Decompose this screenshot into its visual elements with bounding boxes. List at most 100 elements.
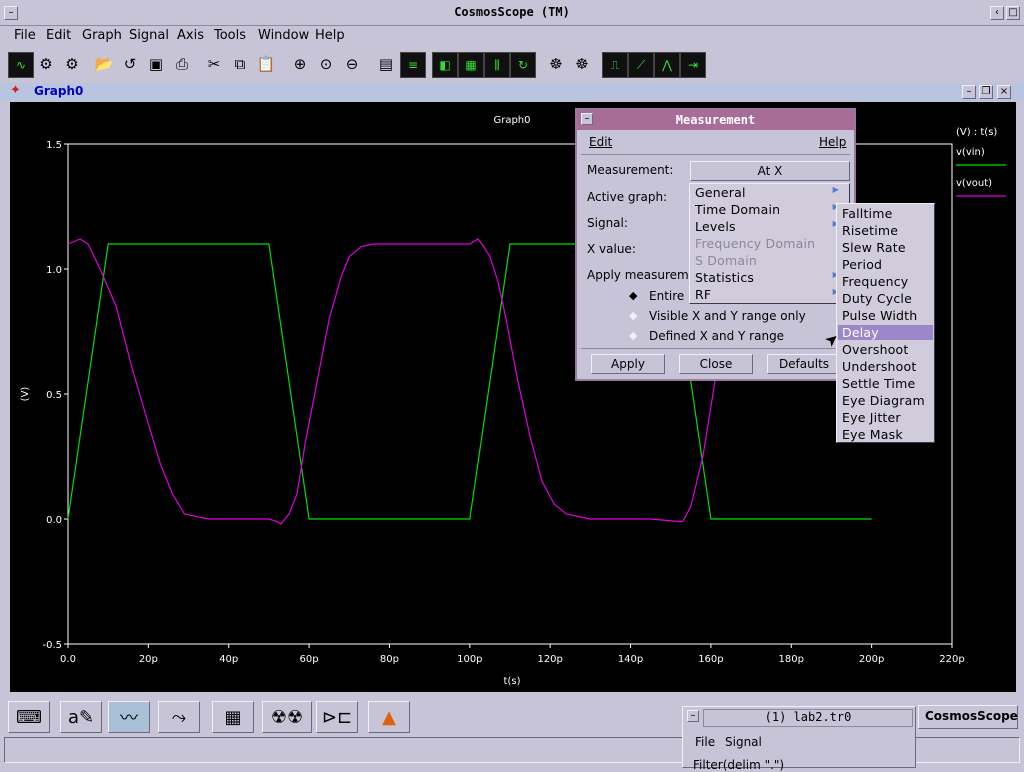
bug-icon[interactable]: ☸ [544, 52, 568, 76]
radio-entire-selected[interactable]: ◆ [629, 289, 637, 302]
radio-entire-label[interactable]: Entire [649, 289, 684, 303]
pen-icon[interactable]: a✎ [60, 701, 102, 733]
menu-axis[interactable]: Axis [177, 28, 204, 43]
x-tick-label: 160p [698, 654, 723, 665]
menu-category-time-domain[interactable]: Time Domain▶ [695, 202, 845, 217]
menu-signal[interactable]: Signal [129, 28, 169, 43]
menu-file[interactable]: File [14, 28, 36, 43]
reload-icon[interactable]: ↺ [118, 52, 142, 76]
measurement-type-select[interactable]: At X [690, 161, 850, 181]
measure-peak-icon[interactable]: ⋀ [654, 52, 680, 78]
signal-menu-signal[interactable]: Signal [725, 735, 762, 749]
menu-category-frequency-domain: Frequency Domain [695, 236, 816, 251]
window-minimize-button[interactable]: ‹ [990, 6, 1004, 20]
grid-icon[interactable]: ▦ [458, 52, 484, 78]
waveform-viewer-icon[interactable]: 〰 [108, 701, 150, 733]
radio-defined-label[interactable]: Defined X and Y range [649, 329, 784, 343]
keyboard-icon[interactable]: ⌨ [8, 701, 50, 733]
menu-item-duty-cycle[interactable]: Duty Cycle [842, 291, 912, 306]
legend-label[interactable]: v(vout) [956, 178, 992, 189]
y-axis-label: (V) [20, 387, 31, 402]
menu-graph[interactable]: Graph [82, 28, 122, 43]
stack-icon[interactable]: ▤ [374, 52, 398, 76]
x-tick-label: 40p [219, 654, 238, 665]
radio-visible[interactable]: ◆ [629, 309, 637, 322]
menubar: File Edit Graph Signal Axis Tools Window… [0, 26, 1024, 48]
x-tick-label: 20p [139, 654, 158, 665]
zoom-fit-icon[interactable]: ⊙ [314, 52, 338, 76]
waveform-icon[interactable]: ∿ [8, 52, 34, 78]
legend-label[interactable]: v(vin) [956, 147, 985, 158]
menu-window[interactable]: Window [258, 28, 309, 43]
menu-category-rf[interactable]: RF▶ [695, 287, 845, 302]
save-icon[interactable]: ▣ [144, 52, 168, 76]
menu-item-period[interactable]: Period [842, 257, 882, 272]
time-domain-submenu: Falltime Risetime Slew Rate Period Frequency… [836, 203, 935, 443]
open-folder-icon[interactable]: 📂 [92, 52, 116, 76]
dialog-menu-edit[interactable]: Edit [589, 135, 612, 149]
menu-category-levels[interactable]: Levels▶ [695, 219, 845, 234]
menu-help[interactable]: Help [315, 28, 345, 43]
apply-button[interactable]: Apply [591, 354, 665, 374]
menu-item-risetime[interactable]: Risetime [842, 223, 898, 238]
graph-restore-button[interactable]: ❐ [979, 85, 993, 99]
signal-label: Signal: [587, 216, 628, 230]
calculator-icon[interactable]: ▦ [212, 701, 254, 733]
path-icon[interactable]: ⤳ [158, 701, 200, 733]
menu-edit[interactable]: Edit [46, 28, 71, 43]
signal-window-menu-button[interactable]: – [687, 710, 699, 722]
list-icon[interactable]: ≡ [400, 52, 426, 78]
menu-item-overshoot[interactable]: Overshoot [842, 342, 909, 357]
menu-item-delay[interactable]: Delay [838, 325, 933, 340]
taskbar-app-button[interactable]: CosmosScope [918, 705, 1018, 729]
menu-item-eye-jitter[interactable]: Eye Jitter [842, 410, 901, 425]
menu-item-falltime[interactable]: Falltime [842, 206, 893, 221]
print-icon[interactable]: ⎙ [170, 52, 194, 76]
menu-item-eye-diagram[interactable]: Eye Diagram [842, 393, 925, 408]
radio-visible-label[interactable]: Visible X and Y range only [649, 309, 806, 323]
dialog-menu-button[interactable]: – [581, 113, 593, 125]
y-tick-label: 1.5 [46, 140, 62, 151]
menu-item-frequency[interactable]: Frequency [842, 274, 908, 289]
refresh-icon[interactable]: ↻ [510, 52, 536, 78]
graph-close-button[interactable]: × [997, 85, 1011, 99]
menu-item-pulse-width[interactable]: Pulse Width [842, 308, 917, 323]
x-tick-label: 220p [939, 654, 964, 665]
eraser-icon[interactable]: ◧ [432, 52, 458, 78]
dialog-menu-help[interactable]: Help [819, 135, 846, 149]
signal-menu-file[interactable]: File [695, 735, 715, 749]
x-tick-label: 100p [457, 654, 482, 665]
graph-minimize-button[interactable]: – [962, 85, 976, 99]
menu-item-settle-time[interactable]: Settle Time [842, 376, 915, 391]
window-maximize-button[interactable]: □ [1006, 6, 1020, 20]
cut-icon[interactable]: ✂ [202, 52, 226, 76]
radiation-icon[interactable]: ☢☢ [262, 701, 312, 733]
close-button[interactable]: Close [679, 354, 753, 374]
measure-pulse-icon[interactable]: ⎍ [602, 52, 628, 78]
copy-icon[interactable]: ⧉ [228, 52, 252, 76]
window-titlebar: – CosmosScope (TM) ‹ □ [0, 0, 1024, 26]
bug-alt-icon[interactable]: ☸ [570, 52, 594, 76]
menu-category-statistics[interactable]: Statistics▶ [695, 270, 845, 285]
x-tick-label: 200p [859, 654, 884, 665]
matlab-icon[interactable]: ▲ [368, 701, 410, 733]
gear-alt-icon[interactable]: ⚙ [60, 52, 84, 76]
zoom-out-icon[interactable]: ⊖ [340, 52, 364, 76]
measure-delay-icon[interactable]: ⇥ [680, 52, 706, 78]
gear-icon[interactable]: ⚙ [34, 52, 58, 76]
menu-item-eye-mask[interactable]: Eye Mask [842, 427, 903, 442]
flow-diagram-icon[interactable]: ⊳⊏ [316, 701, 358, 733]
menu-item-undershoot[interactable]: Undershoot [842, 359, 916, 374]
x-tick-label: 60p [300, 654, 319, 665]
graph-window-title: Graph0 [34, 84, 84, 98]
paste-icon[interactable]: 📋 [254, 52, 278, 76]
measure-rise-icon[interactable]: ⟋ [628, 52, 654, 78]
radio-defined[interactable]: ◆ [629, 329, 637, 342]
menu-tools[interactable]: Tools [214, 28, 246, 43]
defaults-button[interactable]: Defaults [767, 354, 841, 374]
bars-icon[interactable]: ⫼ [484, 52, 510, 78]
zoom-in-icon[interactable]: ⊕ [288, 52, 312, 76]
menu-category-general[interactable]: General ▶ [695, 185, 845, 200]
menu-item-slew-rate[interactable]: Slew Rate [842, 240, 906, 255]
x-tick-label: 80p [380, 654, 399, 665]
